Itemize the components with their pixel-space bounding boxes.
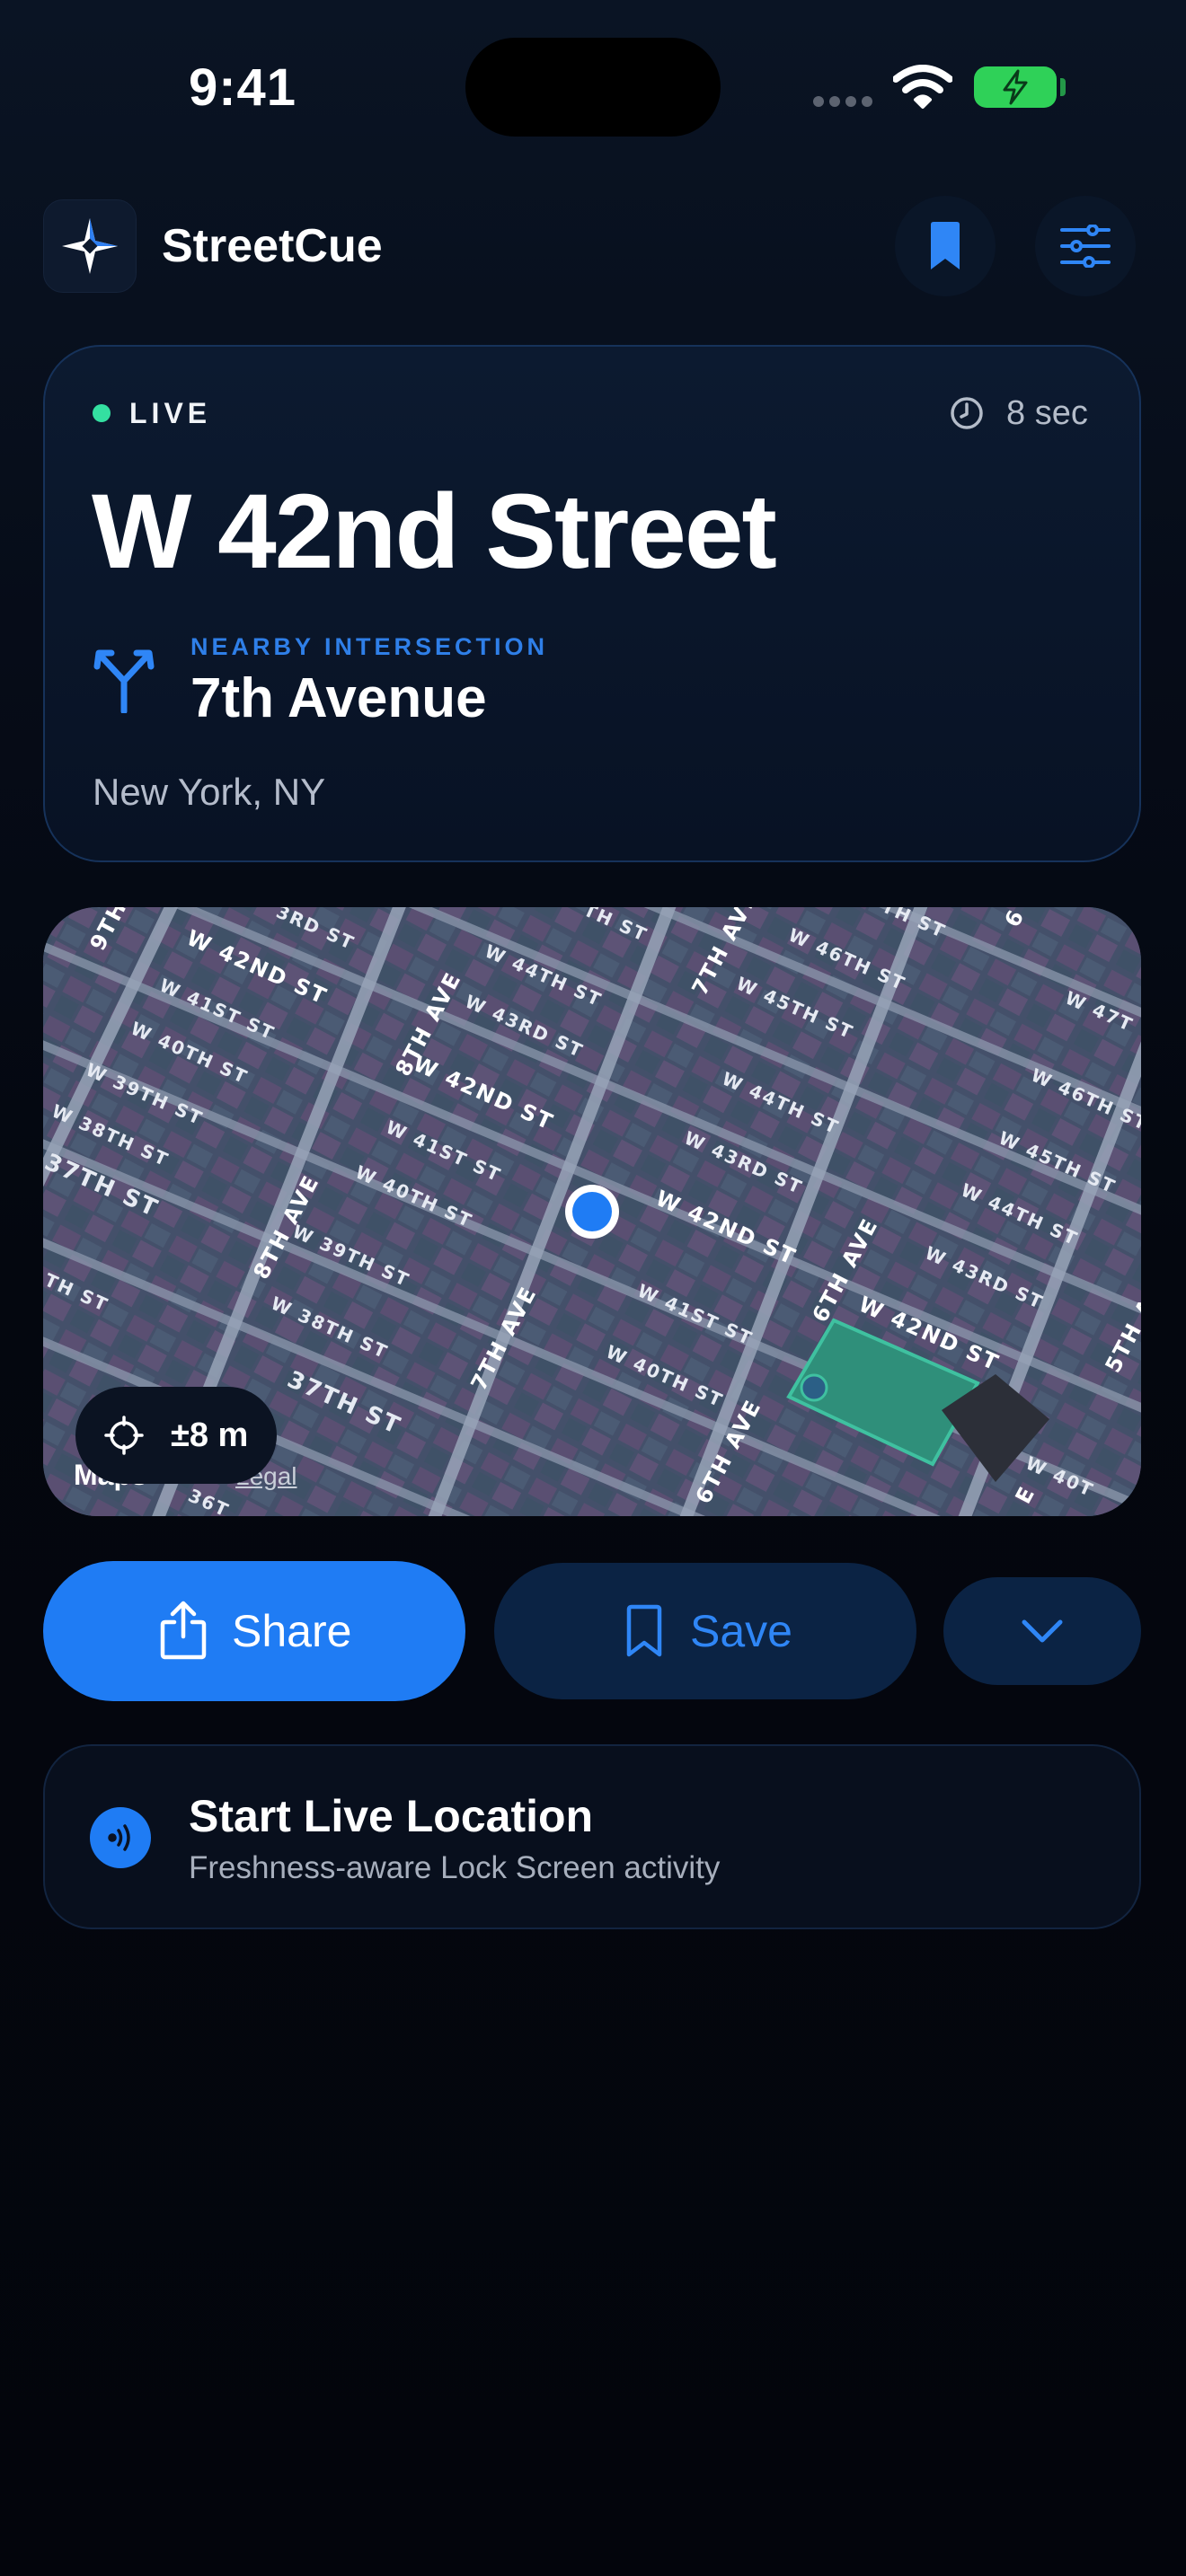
more-options-button[interactable] xyxy=(943,1577,1141,1685)
intersection-label: NEARBY INTERSECTION xyxy=(190,633,549,660)
live-label: LIVE xyxy=(129,397,212,429)
settings-button[interactable] xyxy=(1035,196,1136,296)
battery-icon xyxy=(974,66,1057,108)
live-location-subtitle: Freshness-aware Lock Screen activity xyxy=(189,1850,721,1885)
cellular-signal-icon xyxy=(813,96,872,107)
intersection-name: 7th Avenue xyxy=(190,667,487,729)
share-label: Share xyxy=(232,1606,352,1656)
live-indicator-dot xyxy=(93,404,111,422)
street-name: W 42nd Street xyxy=(92,472,777,591)
share-button[interactable]: Share xyxy=(43,1561,465,1701)
charging-bolt-icon xyxy=(1003,69,1028,105)
dynamic-island xyxy=(465,38,721,137)
sliders-icon xyxy=(1060,225,1111,268)
live-location-title: Start Live Location xyxy=(189,1791,594,1841)
save-label: Save xyxy=(690,1606,792,1656)
crosshair-icon xyxy=(104,1416,144,1455)
share-icon xyxy=(160,1601,207,1660)
bookmark-icon xyxy=(626,1604,662,1657)
chevron-down-icon xyxy=(1022,1619,1063,1643)
user-location-marker xyxy=(565,1185,619,1239)
clock-icon xyxy=(951,397,983,429)
save-button[interactable]: Save xyxy=(494,1563,916,1699)
broadcast-icon xyxy=(108,1824,130,1851)
status-time: 9:41 xyxy=(188,58,297,117)
fork-arrow-icon xyxy=(93,649,155,713)
accuracy-value: ±8 m xyxy=(171,1416,249,1454)
accuracy-badge: ±8 m xyxy=(75,1387,277,1484)
city-name: New York, NY xyxy=(93,771,326,813)
app-logo xyxy=(43,199,137,293)
bookmark-icon xyxy=(931,222,960,269)
battery-cap xyxy=(1060,78,1066,96)
compass-star-icon xyxy=(62,218,118,274)
bookmarks-button[interactable] xyxy=(895,196,996,296)
broadcast-icon-badge xyxy=(90,1807,151,1868)
wifi-icon xyxy=(893,65,952,109)
freshness-age: 8 sec xyxy=(1006,394,1088,432)
app-title: StreetCue xyxy=(162,220,383,272)
